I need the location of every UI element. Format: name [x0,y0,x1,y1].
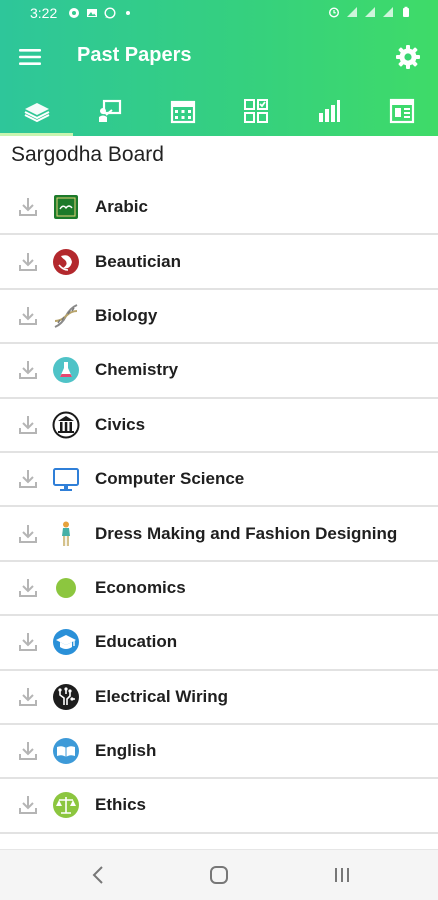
subject-label: Beautician [95,251,181,271]
list-item[interactable]: Arabic [0,181,438,236]
back-icon [92,866,103,884]
page-title: Past Papers [77,44,192,66]
status-right-icons [328,6,412,18]
tab-news[interactable] [365,86,438,136]
tab-bar [0,86,438,136]
tab-results[interactable] [292,86,365,136]
list-item[interactable]: English [0,725,438,780]
book-icon [52,737,80,765]
download-icon[interactable] [16,630,40,654]
grid-icon [243,99,268,123]
list-item[interactable]: Ethics [0,779,438,834]
battery-icon [403,6,409,17]
subject-label: Dress Making and Fashion Designing [95,523,398,543]
nav-home-button[interactable] [205,862,233,888]
list-item[interactable]: Beautician [0,235,438,290]
download-icon[interactable] [16,576,40,600]
download-icon[interactable] [16,685,40,709]
list-item[interactable]: Chemistry [0,344,438,399]
subject-label: Civics [95,414,146,434]
subject-label: English [95,741,157,761]
beautician-icon [52,248,80,276]
hamburger-icon [19,49,41,65]
subject-label: Ethics [95,795,147,815]
flask-icon [52,356,80,384]
status-time: 3:22 [30,5,58,21]
economics-icon [52,574,80,602]
board-title: Sargodha Board [11,143,164,166]
bar-chart-icon [318,100,340,122]
monitor-icon [52,465,80,493]
presenter-icon [98,99,121,122]
system-nav-bar [0,849,438,900]
tab-teacher[interactable] [73,86,146,136]
subject-label: Arabic [95,197,148,217]
download-icon[interactable] [16,195,40,219]
arabic-icon [52,193,80,221]
app-bar: Past Papers [0,28,438,86]
menu-button[interactable] [14,42,46,72]
whatsapp-icon [104,7,116,19]
subject-label: Economics [95,577,186,597]
graduation-cap-icon [52,628,80,656]
download-icon[interactable] [16,522,40,546]
signal-icon [347,7,357,17]
list-item[interactable]: Computer Science [0,453,438,508]
home-icon [210,866,228,884]
pillars-icon [52,411,80,439]
list-item[interactable]: Education [0,616,438,671]
notification-icon [69,8,79,18]
mannequin-icon [52,520,80,548]
download-icon[interactable] [16,250,40,274]
tab-quiz[interactable] [219,86,292,136]
wifi-signal-icon [383,7,393,17]
dot-icon [126,11,130,15]
subject-label: Computer Science [95,469,245,489]
list-item[interactable]: Dress Making and Fashion Designing [0,507,438,562]
scales-icon [52,791,80,819]
recents-icon [335,868,349,882]
subject-label: Electrical Wiring [95,686,229,706]
status-bar: 3:22 [0,0,438,28]
subject-label: Chemistry [95,360,179,380]
tab-datesheet[interactable] [146,86,219,136]
list-item[interactable]: Electrical Wiring [0,671,438,725]
download-icon[interactable] [16,793,40,817]
subject-label: Education [95,632,178,652]
nav-back-button[interactable] [84,862,112,888]
download-icon[interactable] [16,304,40,328]
settings-button[interactable] [392,41,424,73]
calendar-icon [170,100,195,124]
list-item[interactable]: Biology [0,290,438,345]
list-item[interactable]: Economics [0,562,438,617]
tab-papers[interactable] [0,86,73,136]
list-item[interactable]: Civics [0,399,438,453]
circuit-icon [52,683,80,711]
subject-list: Arabic Beautician Biology Chemistry Civi… [0,181,438,834]
download-icon[interactable] [16,413,40,437]
gallery-icon [87,9,97,17]
nav-recents-button[interactable] [328,862,356,888]
network-4g-icon [365,7,375,17]
books-icon [24,103,49,123]
app-header: 3:22 Past Papers [0,0,438,136]
dna-icon [52,302,80,330]
alarm-icon [328,7,340,18]
newspaper-icon [389,98,414,124]
status-left-icons [68,7,134,19]
download-icon[interactable] [16,739,40,763]
gear-icon [396,45,420,69]
subject-label: Biology [95,305,158,325]
download-icon[interactable] [16,358,40,382]
download-icon[interactable] [16,467,40,491]
